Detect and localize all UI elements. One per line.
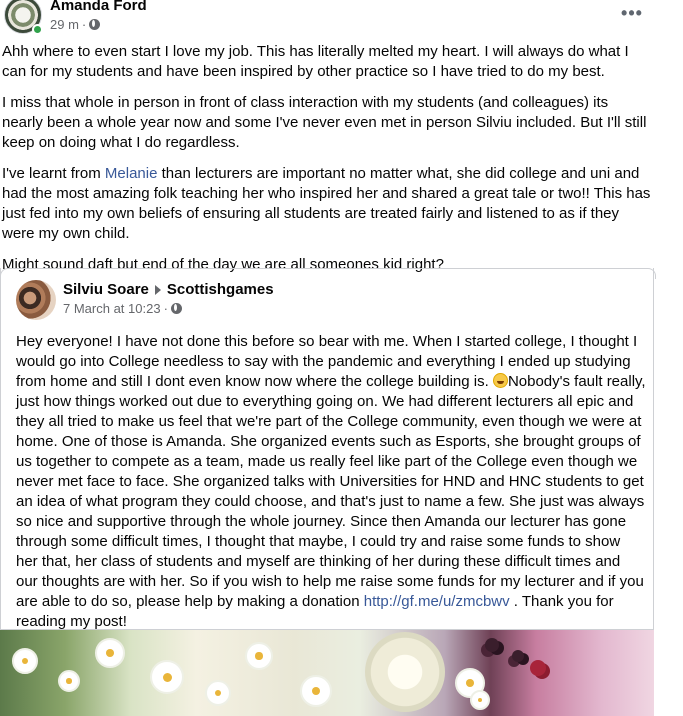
- author-name[interactable]: Amanda Ford: [50, 0, 147, 14]
- post-header: Amanda Ford 29 m · •••: [0, 0, 683, 38]
- shared-text-part: Nobody's fault really, just how things w…: [16, 373, 646, 610]
- flower-shape: [12, 648, 38, 674]
- meta-separator: ·: [163, 301, 168, 316]
- post-paragraph: I miss that whole in person in front of …: [2, 94, 647, 151]
- post-meta: 29 m ·: [50, 17, 101, 32]
- flower-shape: [300, 675, 332, 707]
- rose-shape: [365, 632, 445, 712]
- globe-icon[interactable]: [89, 19, 101, 30]
- shared-post-text: Hey everyone! I have not done this befor…: [16, 332, 646, 632]
- donation-link[interactable]: http://gf.me/u/zmcbwv: [364, 593, 510, 610]
- shared-date[interactable]: 7 March at 10:23: [63, 301, 161, 316]
- more-options-button[interactable]: •••: [614, 4, 650, 28]
- shared-author-line: Silviu Soare Scottishgames: [63, 281, 274, 298]
- paragraph-text: I've learnt from: [2, 165, 105, 182]
- online-status-icon: [32, 24, 43, 35]
- post-timestamp[interactable]: 29 m: [50, 17, 79, 32]
- shared-author-name[interactable]: Silviu Soare: [63, 281, 149, 298]
- grinning-face-icon: [492, 373, 508, 388]
- post-paragraph: I've learnt from Melanie than lecturers …: [2, 164, 652, 244]
- flower-shape: [58, 670, 80, 692]
- shared-group-name[interactable]: Scottishgames: [167, 281, 274, 298]
- meta-separator: ·: [81, 17, 87, 32]
- flower-shape: [470, 690, 490, 710]
- post-body: Ahh where to even start I love my job. T…: [2, 42, 652, 286]
- post-paragraph: Ahh where to even start I love my job. T…: [2, 43, 629, 80]
- berry-shape: [485, 638, 499, 652]
- berry-shape: [530, 660, 546, 676]
- flower-shape: [150, 660, 184, 694]
- flowers-photo[interactable]: [0, 630, 654, 716]
- flower-shape: [95, 638, 125, 668]
- shared-meta: 7 March at 10:23 ·: [63, 301, 182, 316]
- berry-shape: [512, 650, 524, 662]
- flower-shape: [245, 642, 273, 670]
- flower-shape: [205, 680, 231, 706]
- globe-icon[interactable]: [170, 303, 182, 314]
- shared-post-card[interactable]: Silviu Soare Scottishgames 7 March at 10…: [0, 268, 656, 632]
- triangle-right-icon: [154, 284, 161, 295]
- shared-author-avatar[interactable]: [16, 280, 56, 320]
- mention-link[interactable]: Melanie: [105, 165, 158, 182]
